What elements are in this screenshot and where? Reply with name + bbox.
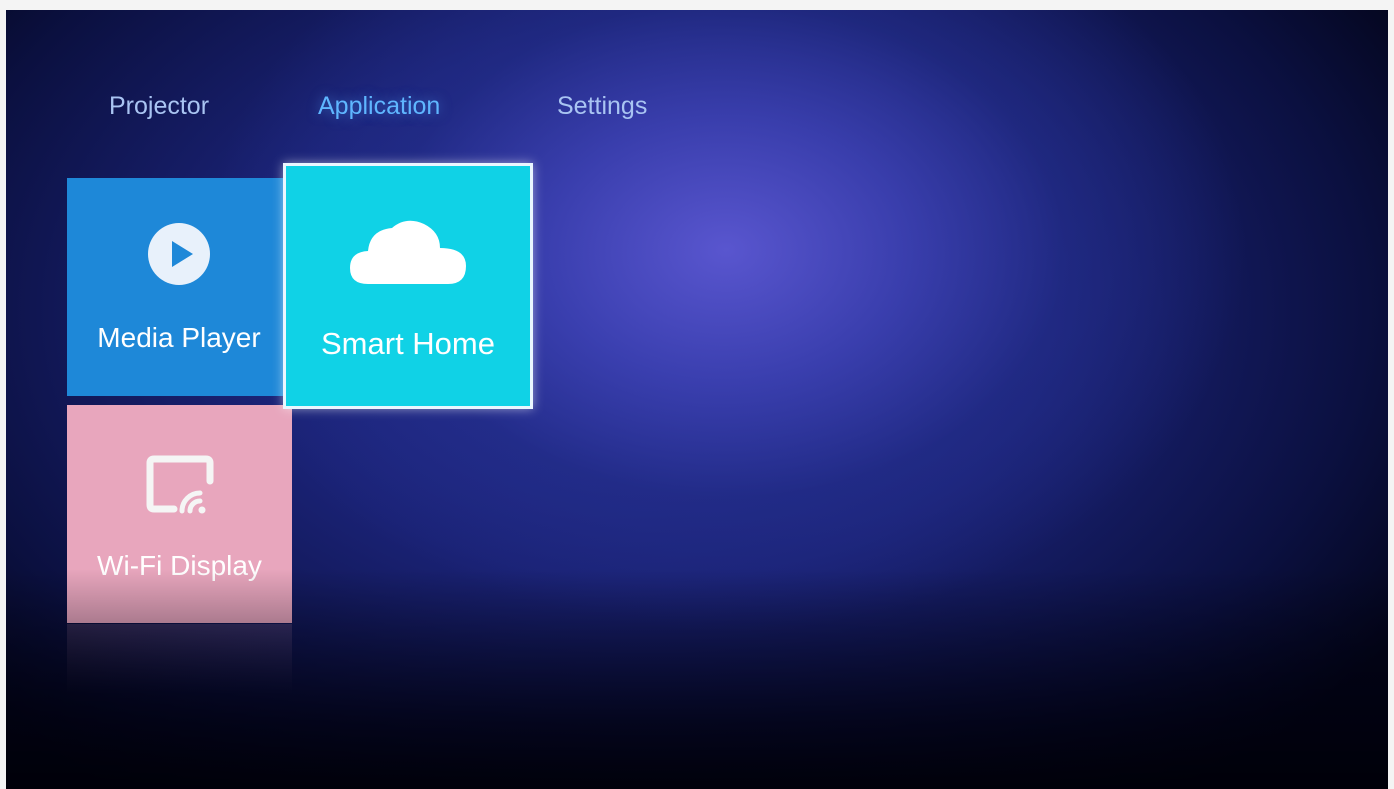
- tile-reflection: [67, 624, 292, 694]
- tab-application[interactable]: Application: [318, 92, 440, 121]
- wifi-display-label: Wi-Fi Display: [97, 550, 262, 581]
- cloud-icon: [286, 216, 530, 286]
- tab-settings[interactable]: Settings: [557, 92, 647, 121]
- smart-home-tile[interactable]: Smart Home: [283, 163, 533, 409]
- cast-screen-icon: [67, 455, 292, 515]
- media-player-label: Media Player: [97, 322, 261, 353]
- wifi-display-tile[interactable]: Wi-Fi Display: [67, 405, 292, 623]
- launcher-screen: Projector Application Settings Media Pla…: [6, 10, 1388, 789]
- media-player-tile[interactable]: Media Player: [67, 178, 291, 396]
- play-circle-icon: [67, 222, 291, 286]
- smart-home-label: Smart Home: [321, 326, 495, 361]
- tab-projector[interactable]: Projector: [109, 92, 209, 121]
